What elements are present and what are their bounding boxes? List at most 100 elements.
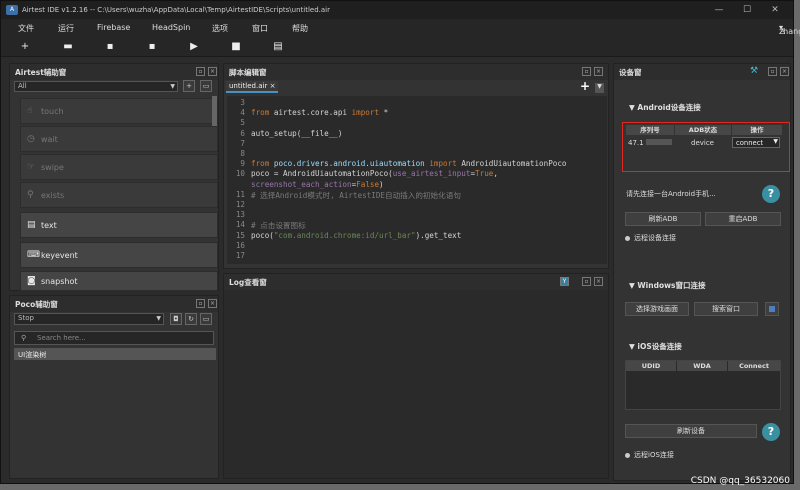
menu-headspin[interactable]: HeadSpin bbox=[152, 23, 190, 32]
wait-button[interactable]: ◷ wait bbox=[20, 126, 218, 152]
code-line: from airtest.core.api import * bbox=[251, 108, 389, 118]
refresh-adb-button[interactable]: 刷新ADB bbox=[625, 212, 701, 226]
menu-window[interactable]: 窗口 bbox=[252, 23, 268, 34]
open-folder-icon[interactable]: ▬ bbox=[61, 40, 75, 54]
save-icon[interactable]: ▪ bbox=[103, 40, 117, 54]
float-icon[interactable]: ▫ bbox=[196, 299, 205, 308]
redacted-block bbox=[645, 139, 672, 145]
new-script-icon[interactable]: + bbox=[18, 40, 32, 54]
line-number: 16 bbox=[235, 240, 245, 250]
swipe-button[interactable]: ☞ swipe bbox=[20, 154, 218, 180]
line-number: 7 bbox=[240, 138, 245, 148]
user-menu[interactable]: ♙ zhangyinwu ▾ bbox=[779, 23, 800, 36]
ui-tree-item[interactable]: UI渲染树 bbox=[14, 348, 216, 360]
menu-firebase[interactable]: Firebase bbox=[97, 23, 130, 32]
search-window-button[interactable]: 搜索窗口 bbox=[694, 302, 758, 316]
stop-icon[interactable]: ■ bbox=[229, 40, 243, 54]
user-name: zhangyinwu bbox=[778, 27, 800, 36]
run-icon[interactable]: ▶ bbox=[187, 40, 201, 54]
filter-icon[interactable]: Y bbox=[560, 277, 569, 286]
android-section-title: ▼ Android设备连接 bbox=[629, 103, 701, 112]
swipe-icon: ☞ bbox=[27, 162, 36, 172]
scrollbar[interactable] bbox=[212, 96, 217, 126]
tab-menu-chevron-icon[interactable]: ▼ bbox=[595, 83, 604, 93]
text-button[interactable]: ▤ text bbox=[20, 212, 218, 238]
line-number: 9 bbox=[240, 159, 245, 169]
menu-file[interactable]: 文件 bbox=[18, 23, 34, 34]
close-icon[interactable]: × bbox=[780, 67, 789, 76]
folder-icon[interactable]: ▭ bbox=[200, 80, 212, 92]
tab-untitled[interactable]: untitled.air × bbox=[226, 81, 278, 93]
add-api-icon[interactable]: + bbox=[183, 80, 195, 92]
float-icon[interactable]: ▫ bbox=[582, 277, 591, 286]
poco-mode-select[interactable]: Stop ▼ bbox=[14, 313, 164, 325]
close-icon[interactable]: × bbox=[208, 299, 217, 308]
window-title: Airtest IDE v1.2.16 -- C:\Users\wuzha\Ap… bbox=[22, 6, 330, 14]
close-icon[interactable]: × bbox=[594, 277, 603, 286]
refresh-device-button[interactable]: 刷新设备 bbox=[625, 424, 757, 438]
android-section-label: Android设备连接 bbox=[637, 103, 701, 112]
device-panel: 设备窗 ⚒ ▫ × ▼ Android设备连接 序列号 ADB状态 操作 47.… bbox=[613, 63, 791, 481]
help-icon[interactable]: ? bbox=[762, 423, 780, 441]
poco-panel-title: Poco辅助窗 bbox=[10, 296, 218, 312]
close-icon[interactable]: × bbox=[208, 67, 217, 76]
float-icon[interactable]: ▫ bbox=[582, 67, 591, 76]
line-number: 3 bbox=[240, 98, 245, 107]
chevron-down-icon: ▼ bbox=[156, 315, 161, 322]
minimize-icon[interactable]: — bbox=[705, 1, 733, 19]
col-wda: WDA bbox=[677, 361, 727, 371]
line-number: 6 bbox=[240, 128, 245, 138]
touch-button[interactable]: ☝ touch bbox=[20, 98, 218, 124]
log-view-icon[interactable]: ▤ bbox=[271, 40, 285, 54]
code-line: auto_setup(__file__) bbox=[251, 128, 343, 138]
windows-section-title: ▼ Windows窗口连接 bbox=[629, 281, 706, 290]
line-number: 14 bbox=[235, 220, 245, 230]
keyboard-icon: ⌨ bbox=[27, 250, 40, 260]
tools-icon[interactable]: ⚒ bbox=[750, 66, 758, 76]
code-line: from poco.drivers.android.uiautomation i… bbox=[251, 159, 567, 169]
record-icon[interactable]: ▭ bbox=[200, 313, 212, 325]
close-icon[interactable]: × bbox=[594, 67, 603, 76]
snapshot-button[interactable]: ◙ snapshot bbox=[20, 271, 218, 291]
close-icon[interactable]: ✕ bbox=[761, 1, 789, 19]
remote-ios-label: 远程iOS连接 bbox=[634, 451, 674, 459]
filter-value: All bbox=[18, 82, 27, 90]
connect-dropdown[interactable]: connect ▼ bbox=[732, 137, 780, 148]
menu-help[interactable]: 帮助 bbox=[292, 23, 308, 34]
connect-hint: 请先连接一台Android手机... bbox=[626, 190, 716, 198]
editor-panel-title: 脚本编辑窗 bbox=[224, 64, 608, 80]
float-icon[interactable]: ▫ bbox=[196, 67, 205, 76]
lock-icon[interactable]: ◘ bbox=[170, 313, 182, 325]
api-filter-select[interactable]: All ▼ bbox=[14, 81, 178, 92]
airtest-logo-icon: A bbox=[6, 5, 18, 15]
menu-options[interactable]: 选项 bbox=[212, 23, 228, 34]
tab-close-icon[interactable]: × bbox=[270, 82, 276, 90]
select-game-button[interactable]: 选择游戏画面 bbox=[625, 302, 689, 316]
connect-label: connect bbox=[736, 139, 764, 147]
window-options-button[interactable] bbox=[765, 302, 779, 316]
ios-section-title: ▼ iOS设备连接 bbox=[629, 342, 682, 351]
code-line: poco("com.android.chrome:id/url_bar").ge… bbox=[251, 230, 462, 240]
restart-adb-button[interactable]: 重启ADB bbox=[705, 212, 781, 226]
code-line: poco = AndroidUiautomationPoco(use_airte… bbox=[251, 169, 498, 179]
menu-run[interactable]: 运行 bbox=[58, 23, 74, 34]
poco-search-input[interactable]: ⚲ Search here... bbox=[14, 331, 214, 345]
code-editor[interactable]: 3 4 from airtest.core.api import * 5 6 auto_s… bbox=[227, 96, 607, 264]
refresh-icon[interactable]: ↻ bbox=[185, 313, 197, 325]
windows-section-label: Windows窗口连接 bbox=[637, 281, 706, 290]
menu-bar: 文件 运行 Firebase HeadSpin 选项 窗口 帮助 ♙ zhang… bbox=[1, 19, 800, 37]
float-icon[interactable]: ▫ bbox=[768, 67, 777, 76]
maximize-icon[interactable]: ☐ bbox=[733, 1, 761, 19]
device-serial: 47.1 bbox=[628, 139, 672, 147]
help-icon[interactable]: ? bbox=[762, 185, 780, 203]
tab-label: untitled.air bbox=[229, 82, 268, 90]
search-icon: ⚲ bbox=[21, 334, 27, 342]
keyevent-button[interactable]: ⌨ keyevent bbox=[20, 242, 218, 268]
add-tab-icon[interactable]: + bbox=[580, 79, 590, 93]
remote-device-option[interactable]: 远程设备连接 bbox=[625, 233, 676, 243]
remote-ios-option[interactable]: 远程iOS连接 bbox=[625, 450, 674, 460]
poco-panel: Poco辅助窗 ▫ × Stop ▼ ◘ ↻ ▭ ⚲ Search here... … bbox=[9, 295, 219, 479]
exists-button[interactable]: ⚲ exists bbox=[20, 182, 218, 208]
save-as-icon[interactable]: ▪ bbox=[145, 40, 159, 54]
line-number: 4 bbox=[240, 108, 245, 118]
